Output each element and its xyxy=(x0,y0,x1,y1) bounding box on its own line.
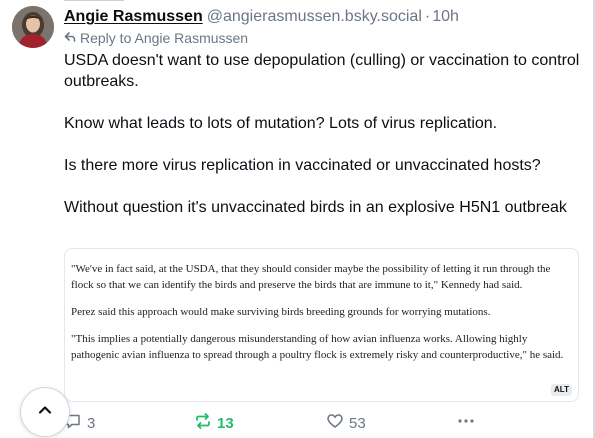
scroll-to-top-button[interactable] xyxy=(20,387,70,437)
post-paragraph: Know what leads to lots of mutation? Lot… xyxy=(64,115,498,132)
separator-dot: · xyxy=(424,8,431,25)
reply-to-label: Reply to Angie Rasmussen xyxy=(80,30,249,46)
like-button[interactable]: 53 xyxy=(326,412,366,434)
post-text: USDA doesn't want to use depopulation (c… xyxy=(64,50,584,218)
post-time[interactable]: 10h xyxy=(432,8,459,25)
chevron-up-icon xyxy=(36,401,54,424)
article-paragraph-perez: Perez said this approach would make surv… xyxy=(71,306,491,318)
repost-button[interactable]: 13 xyxy=(194,412,234,434)
post-header: Angie Rasmussen @angierasmussen.bsky.soci… xyxy=(64,7,587,27)
more-options-button[interactable] xyxy=(456,412,476,434)
ellipsis-icon xyxy=(456,412,476,434)
article-quote-kennedy: "We've in fact said, at the USDA, that t… xyxy=(71,263,551,291)
heart-icon xyxy=(326,412,344,434)
reply-arrow-icon xyxy=(64,29,76,47)
previous-post-fragment xyxy=(64,0,184,2)
like-count: 53 xyxy=(349,414,366,432)
alt-text-badge[interactable]: ALT xyxy=(551,384,572,396)
article-screenshot: "We've in fact said, at the USDA, that t… xyxy=(71,261,571,374)
repost-icon xyxy=(194,412,212,434)
post-actions: 3 13 53 xyxy=(64,412,484,434)
post-paragraph: USDA doesn't want to use depopulation (c… xyxy=(64,52,580,90)
repost-count: 13 xyxy=(217,414,234,432)
author-name[interactable]: Angie Rasmussen xyxy=(64,8,203,25)
reply-to-line[interactable]: Reply to Angie Rasmussen xyxy=(64,29,248,47)
avatar[interactable] xyxy=(12,6,54,48)
post-paragraph: Without question it's unvaccinated birds… xyxy=(64,199,567,216)
author-handle[interactable]: @angierasmussen.bsky.social xyxy=(207,8,422,25)
reply-count: 3 xyxy=(87,414,96,432)
post-paragraph: Is there more virus replication in vacci… xyxy=(64,157,541,174)
article-quote-warning: "This implies a potentially dangerous mi… xyxy=(71,333,564,361)
embedded-image[interactable]: "We've in fact said, at the USDA, that t… xyxy=(64,248,579,402)
